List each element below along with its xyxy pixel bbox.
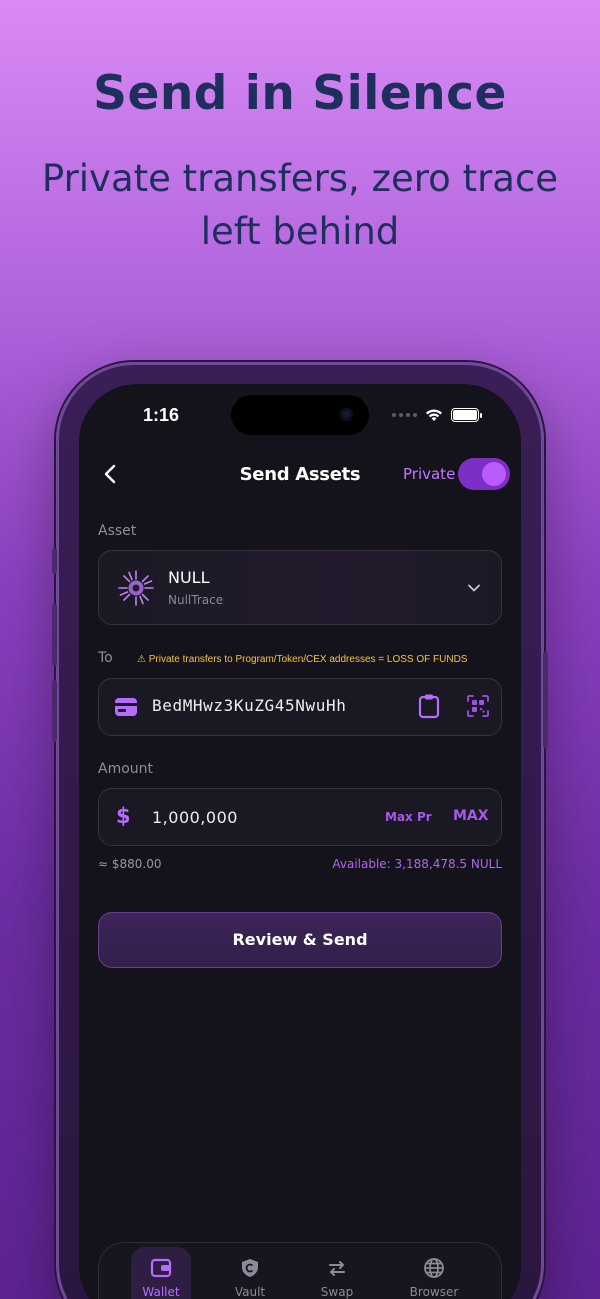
phone-power-button — [543, 652, 548, 748]
wallet-icon — [150, 1258, 172, 1278]
asset-name: NullTrace — [168, 593, 224, 607]
battery-icon — [451, 408, 482, 422]
tab-wallet[interactable]: Wallet — [131, 1247, 191, 1299]
asset-symbol: NULL — [168, 568, 210, 587]
amount-field[interactable]: $ 1,000,000 Max Pr MAX — [98, 788, 502, 846]
usd-estimate: ≈ $880.00 — [98, 857, 162, 871]
toggle-knob — [482, 462, 506, 486]
tab-label: Swap — [320, 1285, 354, 1299]
amount-label: Amount — [98, 761, 154, 777]
tab-label: Browser — [409, 1285, 459, 1299]
asset-selector[interactable]: NULL NullTrace — [98, 550, 502, 625]
bottom-tab-bar: Wallet Vault Swap Browser — [98, 1242, 502, 1299]
qr-scan-icon[interactable] — [466, 694, 490, 718]
to-label: To — [98, 650, 113, 666]
recipient-field[interactable]: BedMHwz3KuZG45NwuHhH9S — [98, 678, 502, 736]
phone-volume-up — [52, 604, 57, 666]
tab-label: Vault — [234, 1285, 266, 1299]
camera-icon — [340, 408, 353, 421]
app-screen: 1:16 Send Assets Private Asset NULL Null… — [79, 384, 521, 1299]
asset-label: Asset — [98, 523, 137, 539]
status-indicators — [392, 408, 482, 422]
tab-swap[interactable]: Swap — [307, 1243, 367, 1299]
null-token-icon — [118, 570, 154, 606]
cellular-signal-icon — [392, 413, 417, 417]
chevron-down-icon — [468, 584, 480, 592]
private-mode-label: Private — [403, 465, 456, 483]
loss-of-funds-warning: ⚠ Private transfers to Program/Token/CEX… — [137, 654, 468, 665]
wallet-icon — [115, 698, 137, 716]
amount-input[interactable]: 1,000,000 — [152, 808, 238, 827]
recipient-address-input[interactable]: BedMHwz3KuZG45NwuHhH9S — [152, 696, 346, 715]
max-button[interactable]: MAX — [453, 808, 489, 824]
tab-browser[interactable]: Browser — [404, 1243, 464, 1299]
available-balance: Available: 3,188,478.5 NULL — [332, 857, 502, 871]
promo-subline: Private transfers, zero trace left behin… — [41, 157, 559, 253]
wifi-icon — [426, 409, 442, 421]
review-send-button[interactable]: Review & Send — [98, 912, 502, 968]
clipboard-paste-icon[interactable] — [418, 693, 440, 719]
tab-vault[interactable]: Vault — [220, 1243, 280, 1299]
globe-icon — [424, 1258, 444, 1278]
private-mode-toggle[interactable] — [458, 458, 510, 490]
tab-label: Wallet — [142, 1285, 180, 1299]
swap-arrows-icon — [329, 1261, 345, 1276]
shield-icon — [242, 1259, 258, 1277]
dynamic-island — [231, 395, 369, 435]
dollar-icon: $ — [116, 804, 131, 828]
promo-headline: Send in Silence — [93, 66, 507, 121]
status-time: 1:16 — [143, 405, 180, 425]
phone-side-button — [52, 548, 57, 574]
max-private-button[interactable]: Max Pr — [385, 810, 432, 824]
phone-volume-down — [52, 680, 57, 742]
